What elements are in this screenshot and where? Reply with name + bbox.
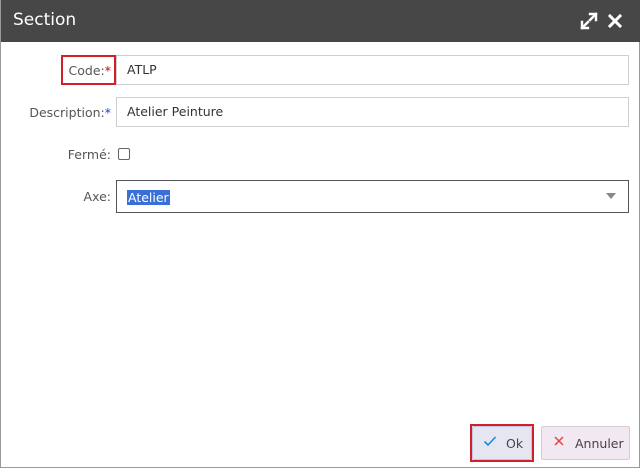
ferme-label: Fermé: xyxy=(67,147,111,162)
code-label-text: Code: xyxy=(68,63,105,78)
description-label-text: Description: xyxy=(29,105,105,120)
code-label: Code:* xyxy=(69,63,111,78)
description-label: Description:* xyxy=(29,105,111,120)
code-input[interactable]: ATLP xyxy=(116,55,629,85)
description-required-mark: * xyxy=(104,105,111,120)
x-icon xyxy=(551,435,567,451)
close-icon[interactable] xyxy=(605,11,625,31)
chevron-down-icon[interactable] xyxy=(606,193,616,199)
axe-select[interactable]: Atelier xyxy=(116,180,629,213)
maximize-icon[interactable] xyxy=(579,11,599,31)
cancel-button[interactable]: Annuler xyxy=(541,426,630,460)
dialog-titlebar[interactable]: Section xyxy=(1,0,640,42)
axe-label: Axe: xyxy=(83,189,111,204)
dialog-title: Section xyxy=(13,10,77,30)
description-input[interactable]: Atelier Peinture xyxy=(116,97,629,127)
section-dialog: Section Code:* ATLP Description:* Atelie… xyxy=(0,0,640,468)
ok-button-highlight xyxy=(470,424,534,462)
cancel-button-label: Annuler xyxy=(575,435,624,451)
code-required-mark: * xyxy=(104,63,111,78)
axe-selected-value: Atelier xyxy=(127,190,170,205)
ferme-checkbox[interactable] xyxy=(118,148,130,160)
